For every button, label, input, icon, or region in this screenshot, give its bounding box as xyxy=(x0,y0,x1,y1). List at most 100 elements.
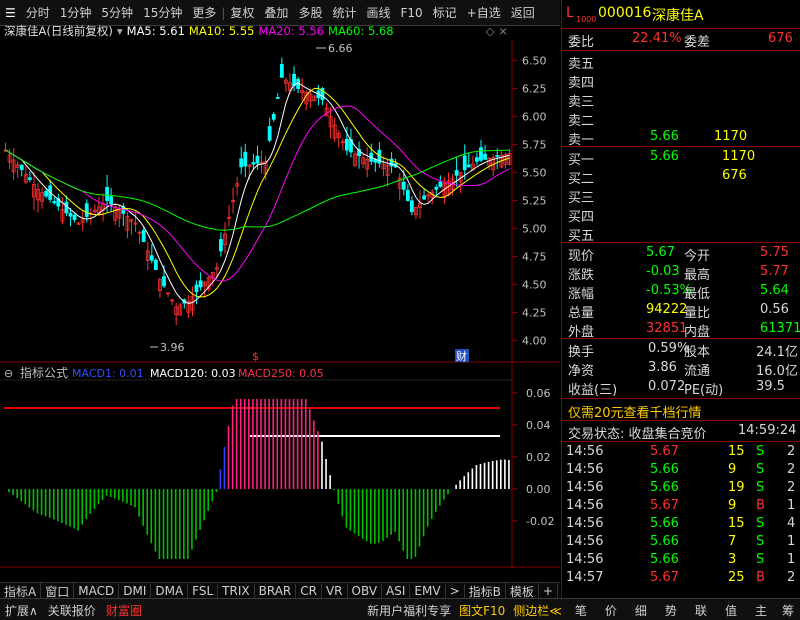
sell-volume: 1170 xyxy=(714,129,748,144)
tb-diejia[interactable]: 叠加 xyxy=(259,4,293,21)
promo-link[interactable]: 仅需20元查看千档行情 xyxy=(568,402,702,421)
buy-level-label: 买一 xyxy=(568,153,595,168)
tick-count: 4 xyxy=(787,516,796,531)
tab-macd[interactable]: MACD xyxy=(74,584,120,598)
new-user-welfare-button[interactable]: 新用户福利专享 xyxy=(363,602,455,618)
f10-button[interactable]: 图文F10 xyxy=(455,602,509,618)
candle-body xyxy=(422,195,426,200)
price-tick-label: 4.00 xyxy=(522,335,547,348)
tb-more[interactable]: 更多 xyxy=(187,4,221,21)
tab-cr[interactable]: CR xyxy=(296,584,322,598)
tick-side: S xyxy=(756,534,765,549)
macd-tick-label: 0.00 xyxy=(526,483,551,496)
tick-side: S xyxy=(756,462,765,477)
macd250-label: MACD250: 0.05 xyxy=(238,367,324,380)
tick-side: S xyxy=(756,516,765,531)
tb-fuquan[interactable]: 复权 xyxy=(225,4,259,21)
menu-icon[interactable]: ☰ xyxy=(0,6,21,20)
marker-dollar[interactable]: $ xyxy=(252,350,259,363)
stat2-label-2: 流通 xyxy=(684,364,711,379)
sell-price: 5.66 xyxy=(650,129,679,144)
tab-brar[interactable]: BRAR xyxy=(255,584,297,598)
tab-remove[interactable]: - xyxy=(558,584,560,598)
related-quote-button[interactable]: 关联报价 xyxy=(43,602,101,618)
trade-status: 交易状态: 收盘集合竞价 xyxy=(568,427,707,442)
tb-zixuan[interactable]: +自选 xyxy=(462,4,506,21)
price-tick-label: 5.75 xyxy=(522,139,547,152)
candle-body xyxy=(401,181,406,190)
chart-area[interactable]: 6.50 6.25 6.00 5.75 5.50 5.25 5.00 4.75 4.50 4.25… xyxy=(0,40,560,582)
stock-name: 深康佳A xyxy=(652,8,704,24)
tab-indicator-b[interactable]: 指标B xyxy=(465,583,506,599)
candle-body xyxy=(409,200,414,213)
tb-biaoji[interactable]: 标记 xyxy=(428,4,462,21)
tb-5min[interactable]: 5分钟 xyxy=(96,4,138,21)
tab-trix[interactable]: TRIX xyxy=(218,584,255,598)
dropdown-icon[interactable]: ▾ xyxy=(117,24,123,38)
tb-duogu[interactable]: 多股 xyxy=(293,4,327,21)
tb-15min[interactable]: 15分钟 xyxy=(138,4,187,21)
stock-code: 000016 xyxy=(598,5,652,21)
tick-volume: 3 xyxy=(728,552,737,567)
candle-body xyxy=(141,230,146,242)
candle-body xyxy=(194,284,199,293)
tab-window[interactable]: 窗口 xyxy=(41,583,75,599)
tb-tongji[interactable]: 统计 xyxy=(327,4,361,21)
bt-lian[interactable]: 联 xyxy=(686,602,716,618)
bottom-bar: 扩展∧ 关联报价 财富圈 新用户福利专享 图文F10 侧边栏≪ 笔 价 细 势 … xyxy=(0,598,800,620)
bt-xi[interactable]: 细 xyxy=(626,602,656,618)
tb-huaxian[interactable]: 画线 xyxy=(361,4,395,21)
kline-chart[interactable]: 6.50 6.25 6.00 5.75 5.50 5.25 5.00 4.75 4.50 4.25… xyxy=(0,40,560,582)
tab-emv[interactable]: EMV xyxy=(410,584,446,598)
indicator-tabs: 指标A 窗口 MACD DMI DMA FSL TRIX BRAR CR VR … xyxy=(0,582,560,599)
wealth-circle-button[interactable]: 财富圈 xyxy=(101,602,147,618)
close-icon[interactable]: × xyxy=(498,24,508,38)
tb-fanhui[interactable]: 返回 xyxy=(506,4,540,21)
candle-body xyxy=(105,186,109,201)
stat2-label-2: PE(动) xyxy=(684,383,724,398)
tb-f10[interactable]: F10 xyxy=(395,6,427,20)
stat-label-2: 量比 xyxy=(684,306,711,321)
tb-1min[interactable]: 1分钟 xyxy=(55,4,97,21)
weicha-value: 676 xyxy=(768,31,793,46)
bt-bi[interactable]: 笔 xyxy=(566,602,596,618)
tab-dma[interactable]: DMA xyxy=(151,584,189,598)
tab-asi[interactable]: ASI xyxy=(382,584,411,598)
bt-jia[interactable]: 价 xyxy=(596,602,626,618)
bt-shi[interactable]: 势 xyxy=(656,602,686,618)
candle-body xyxy=(438,181,443,187)
tab-indicator-a[interactable]: 指标A xyxy=(0,583,42,599)
tab-template[interactable]: 模板 xyxy=(506,583,539,599)
price-tick-label: 4.50 xyxy=(522,279,547,292)
tick-count: 2 xyxy=(787,462,796,477)
tab-vr[interactable]: VR xyxy=(322,584,348,598)
tab-add[interactable]: + xyxy=(539,584,558,598)
tb-fenshi[interactable]: 分时 xyxy=(21,4,55,21)
tab-dmi[interactable]: DMI xyxy=(119,584,152,598)
sidebar-button[interactable]: 侧边栏≪ xyxy=(509,602,566,618)
candle-body xyxy=(434,186,439,190)
bt-zhu[interactable]: 主 xyxy=(746,602,776,618)
stat-value: -0.03 xyxy=(646,264,680,279)
tab-obv[interactable]: OBV xyxy=(348,584,383,598)
bt-chou[interactable]: 筹 xyxy=(776,602,800,618)
candle-body xyxy=(109,196,114,205)
tick-count: 1 xyxy=(787,552,796,567)
tab-next-arrow[interactable]: > xyxy=(446,584,465,598)
stat-label-2: 最低 xyxy=(684,287,711,302)
tick-volume: 15 xyxy=(728,516,745,531)
marker-cai[interactable]: 财 xyxy=(456,349,467,363)
stat2-value-2: 39.5 xyxy=(756,379,785,394)
buy-price: 5.66 xyxy=(650,149,679,164)
stat-value: 32851 xyxy=(646,321,688,336)
macd1-label: MACD1: 0.01 xyxy=(72,367,144,380)
settings-icon[interactable]: ◇ xyxy=(486,24,495,38)
tick-time: 14:56 xyxy=(566,498,604,513)
bt-zhi[interactable]: 值 xyxy=(716,602,746,618)
tab-fsl[interactable]: FSL xyxy=(188,584,219,598)
expand-button[interactable]: 扩展∧ xyxy=(0,602,43,618)
stat2-label: 收益(三) xyxy=(568,383,618,398)
stat-value-2: 0.56 xyxy=(760,302,789,317)
ma20-label: MA20: 5.56 xyxy=(258,24,325,38)
indicator-collapse-icon[interactable]: ⊖ xyxy=(4,367,13,380)
